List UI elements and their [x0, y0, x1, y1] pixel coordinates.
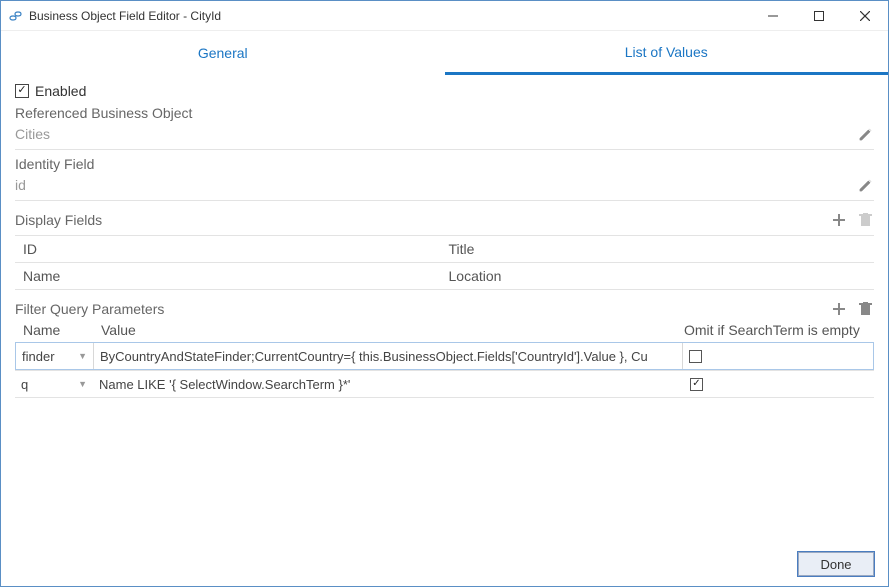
cell-title: Location	[449, 268, 875, 284]
display-fields-label: Display Fields	[15, 212, 102, 228]
identity-row: id	[15, 172, 874, 201]
identity-value: id	[15, 177, 26, 193]
display-fields-header: Display Fields	[15, 211, 874, 229]
enabled-row: Enabled	[15, 83, 874, 99]
add-icon[interactable]	[830, 211, 848, 229]
minimize-button[interactable]	[750, 1, 796, 30]
display-fields-row[interactable]: Name Location	[15, 263, 874, 290]
tab-list-of-values[interactable]: List of Values	[445, 31, 889, 75]
close-button[interactable]	[842, 1, 888, 30]
title-bar: Business Object Field Editor - CityId	[1, 1, 888, 31]
col-omit: Omit if SearchTerm is empty	[684, 322, 874, 338]
filter-name-dropdown[interactable]: finder ▼	[16, 343, 94, 369]
ref-obj-row: Cities	[15, 121, 874, 150]
col-name: Name	[23, 322, 101, 338]
filter-header: Filter Query Parameters	[15, 300, 874, 318]
identity-label: Identity Field	[15, 156, 874, 172]
filter-omit-cell	[683, 343, 873, 369]
filter-value-input[interactable]: Name LIKE '{ SelectWindow.SearchTerm }*'	[93, 371, 684, 397]
footer: Done	[1, 542, 888, 586]
display-fields-grid: ID Title Name Location	[15, 235, 874, 290]
edit-icon[interactable]	[856, 125, 874, 143]
filter-col-headers: Name Value Omit if SearchTerm is empty	[15, 318, 874, 342]
enabled-checkbox[interactable]	[15, 84, 29, 98]
col-title: Title	[449, 241, 875, 257]
omit-checkbox[interactable]	[689, 350, 702, 363]
filter-label: Filter Query Parameters	[15, 301, 164, 317]
content-area: Enabled Referenced Business Object Citie…	[1, 75, 888, 542]
add-icon[interactable]	[830, 300, 848, 318]
filter-name-dropdown[interactable]: q ▼	[15, 371, 93, 397]
cell-id: Name	[23, 268, 449, 284]
ref-obj-label: Referenced Business Object	[15, 105, 874, 121]
tab-general[interactable]: General	[1, 31, 445, 75]
app-icon	[7, 8, 23, 24]
window-title: Business Object Field Editor - CityId	[29, 9, 750, 23]
maximize-button[interactable]	[796, 1, 842, 30]
tab-bar: General List of Values	[1, 31, 888, 75]
filter-value-input[interactable]: ByCountryAndStateFinder;CurrentCountry={…	[94, 343, 683, 369]
edit-icon[interactable]	[856, 176, 874, 194]
filter-name-value: q	[21, 377, 28, 392]
ref-obj-value: Cities	[15, 126, 50, 142]
chevron-down-icon: ▼	[78, 379, 87, 389]
omit-checkbox[interactable]	[690, 378, 703, 391]
filter-name-value: finder	[22, 349, 55, 364]
enabled-label: Enabled	[35, 83, 86, 99]
display-fields-col-headers: ID Title	[15, 236, 874, 263]
filter-row[interactable]: q ▼ Name LIKE '{ SelectWindow.SearchTerm…	[15, 370, 874, 398]
col-id: ID	[23, 241, 449, 257]
col-value: Value	[101, 322, 684, 338]
delete-icon[interactable]	[856, 300, 874, 318]
filter-omit-cell	[684, 371, 874, 397]
window-controls	[750, 1, 888, 30]
filter-row[interactable]: finder ▼ ByCountryAndStateFinder;Current…	[15, 342, 874, 370]
chevron-down-icon: ▼	[78, 351, 87, 361]
done-button[interactable]: Done	[798, 552, 874, 576]
delete-icon	[856, 211, 874, 229]
